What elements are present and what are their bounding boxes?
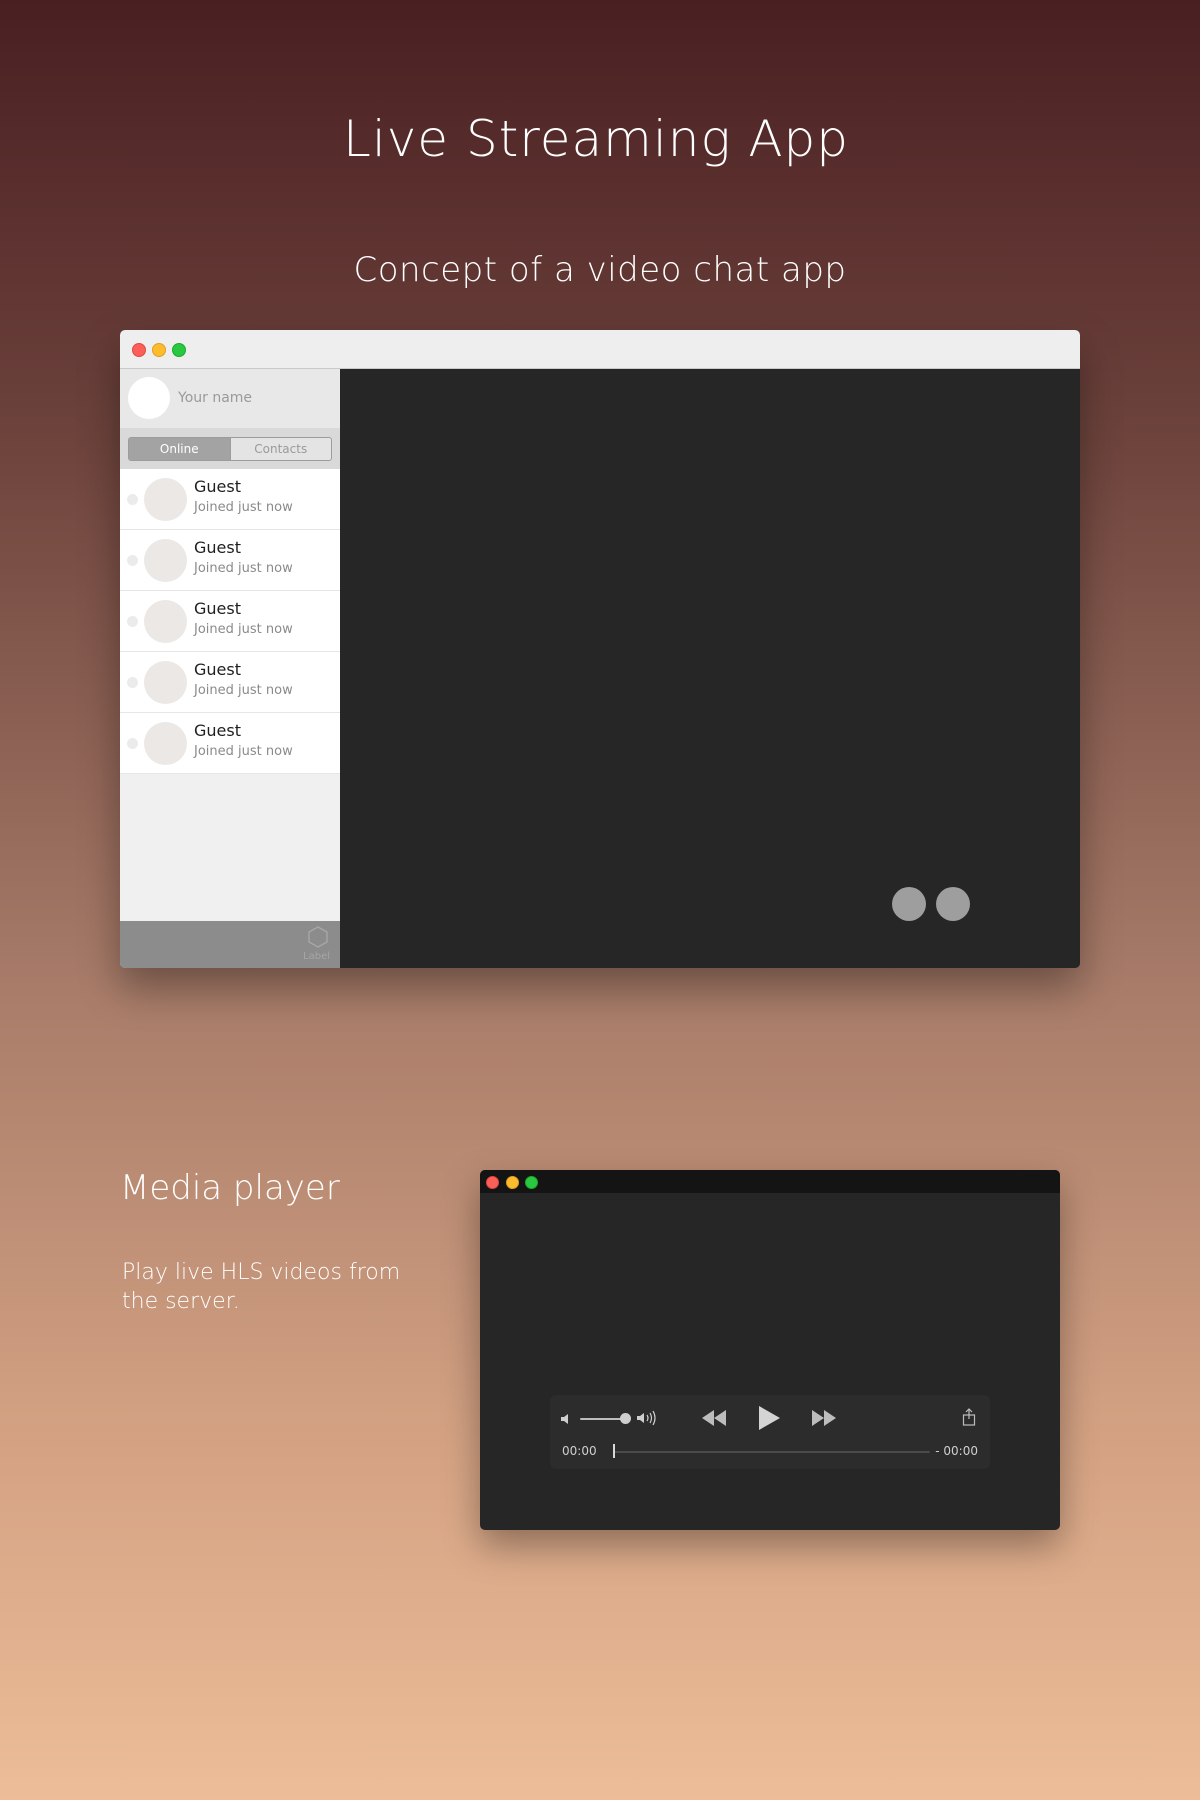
- close-window-button[interactable]: [132, 343, 146, 357]
- section-description: Play live HLS videos from the server.: [122, 1260, 401, 1314]
- status-indicator: [127, 494, 138, 505]
- sidebar-footer: Label: [120, 921, 340, 968]
- avatar: [144, 600, 187, 643]
- avatar: [144, 478, 187, 521]
- scrubber-handle[interactable]: [613, 1444, 615, 1458]
- avatar: [144, 539, 187, 582]
- page-subtitle: Concept of a video chat app: [353, 250, 847, 290]
- volume-high-icon[interactable]: [636, 1410, 658, 1426]
- window-titlebar[interactable]: [120, 330, 1080, 369]
- user-status: Joined just now: [194, 561, 293, 576]
- user-name: Guest: [194, 477, 241, 496]
- footer-label: Label: [303, 951, 330, 962]
- profile-name-field[interactable]: Your name: [178, 390, 252, 406]
- zoom-window-button[interactable]: [172, 343, 186, 357]
- user-status: Joined just now: [194, 744, 293, 759]
- page-title: Live Streaming App: [342, 110, 850, 168]
- remaining-time: - 00:00: [935, 1444, 978, 1458]
- share-icon[interactable]: [962, 1408, 976, 1426]
- volume-low-icon[interactable]: [560, 1411, 574, 1425]
- hexagon-icon[interactable]: [306, 925, 330, 949]
- status-indicator: [127, 616, 138, 627]
- avatar: [144, 722, 187, 765]
- sidebar: Your name Online Contacts Guest Joined j…: [120, 369, 340, 968]
- user-status: Joined just now: [194, 622, 293, 637]
- status-indicator: [127, 738, 138, 749]
- status-indicator: [127, 555, 138, 566]
- player-controls: 00:00 - 00:00: [550, 1395, 990, 1469]
- minimize-window-button[interactable]: [152, 343, 166, 357]
- tab-contacts[interactable]: Contacts: [229, 438, 332, 460]
- progress-scrubber[interactable]: [614, 1451, 930, 1453]
- fast-forward-icon[interactable]: [810, 1408, 838, 1428]
- minimize-window-button[interactable]: [506, 1176, 519, 1189]
- list-item[interactable]: Guest Joined just now: [120, 652, 340, 713]
- user-name: Guest: [194, 721, 241, 740]
- avatar: [144, 661, 187, 704]
- elapsed-time: 00:00: [562, 1444, 597, 1458]
- tab-online[interactable]: Online: [129, 438, 230, 460]
- profile-avatar[interactable]: [128, 377, 170, 419]
- video-control-button[interactable]: [892, 887, 926, 921]
- user-status: Joined just now: [194, 500, 293, 515]
- video-area: [340, 369, 1080, 968]
- media-player-window: 00:00 - 00:00: [480, 1170, 1060, 1530]
- user-name: Guest: [194, 599, 241, 618]
- window-titlebar[interactable]: [480, 1170, 1060, 1193]
- play-icon[interactable]: [756, 1404, 782, 1432]
- rewind-icon[interactable]: [700, 1408, 728, 1428]
- user-list: Guest Joined just now Guest Joined just …: [120, 469, 340, 774]
- close-window-button[interactable]: [486, 1176, 499, 1189]
- status-indicator: [127, 677, 138, 688]
- list-item[interactable]: Guest Joined just now: [120, 530, 340, 591]
- user-name: Guest: [194, 660, 241, 679]
- video-control-button[interactable]: [936, 887, 970, 921]
- user-status: Joined just now: [194, 683, 293, 698]
- zoom-window-button[interactable]: [525, 1176, 538, 1189]
- volume-slider[interactable]: [580, 1418, 625, 1420]
- chat-app-window: Your name Online Contacts Guest Joined j…: [120, 330, 1080, 968]
- user-name: Guest: [194, 538, 241, 557]
- list-item[interactable]: Guest Joined just now: [120, 713, 340, 774]
- volume-slider-knob[interactable]: [620, 1413, 631, 1424]
- section-heading: Media player: [120, 1168, 340, 1208]
- profile-header: Your name: [120, 369, 340, 428]
- list-item[interactable]: Guest Joined just now: [120, 591, 340, 652]
- tab-bar: Online Contacts: [120, 428, 340, 469]
- list-item[interactable]: Guest Joined just now: [120, 469, 340, 530]
- segmented-control: Online Contacts: [128, 437, 332, 461]
